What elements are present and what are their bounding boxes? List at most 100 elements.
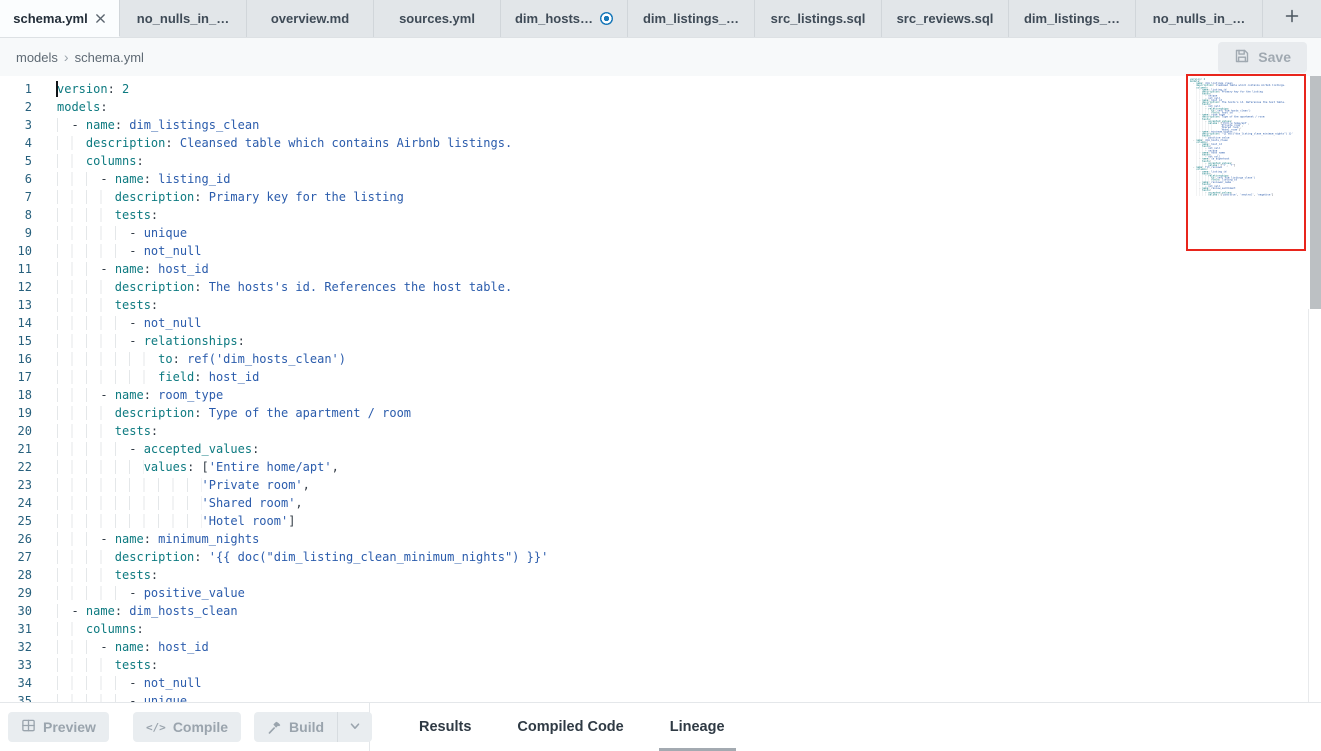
line-number: 4 xyxy=(0,134,32,152)
preview-button[interactable]: Preview xyxy=(8,712,109,742)
line-number: 13 xyxy=(0,296,32,314)
new-tab-button[interactable] xyxy=(1263,0,1321,37)
code-editor[interactable]: 1version: 22models:3 - name: dim_listing… xyxy=(0,76,1321,702)
line-number: 27 xyxy=(0,548,32,566)
code-line: 29 - positive_value xyxy=(0,584,1321,602)
code-line: 5 columns: xyxy=(0,152,1321,170)
line-number: 8 xyxy=(0,206,32,224)
code-line: 25 'Hotel room'] xyxy=(0,512,1321,530)
toolbar: models › schema.yml Save xyxy=(0,38,1321,76)
save-label: Save xyxy=(1258,49,1291,65)
line-number: 29 xyxy=(0,584,32,602)
code-line: 9 - unique xyxy=(0,224,1321,242)
panel-tab-label: Results xyxy=(419,719,471,735)
code-line: 27 description: '{{ doc("dim_listing_cle… xyxy=(0,548,1321,566)
line-number: 10 xyxy=(0,242,32,260)
editor-tab[interactable]: src_reviews.sql xyxy=(882,0,1009,37)
line-number: 3 xyxy=(0,116,32,134)
breadcrumb-models[interactable]: models xyxy=(16,50,58,65)
close-icon[interactable] xyxy=(95,13,106,24)
breadcrumb-file[interactable]: schema.yml xyxy=(75,50,144,65)
code-icon: </> xyxy=(146,721,166,734)
line-number: 19 xyxy=(0,404,32,422)
panel-tabs: Results Compiled Code Lineage xyxy=(396,703,748,751)
line-number: 30 xyxy=(0,602,32,620)
table-icon xyxy=(21,718,36,736)
text-cursor xyxy=(56,81,58,97)
code-line: 20 tests: xyxy=(0,422,1321,440)
panel-tab-results[interactable]: Results xyxy=(396,703,494,751)
build-split-button: Build xyxy=(254,712,372,742)
line-number: 21 xyxy=(0,440,32,458)
line-number: 23 xyxy=(0,476,32,494)
line-number: 34 xyxy=(0,674,32,692)
panel-tab-lineage[interactable]: Lineage xyxy=(647,703,748,751)
line-number: 11 xyxy=(0,260,32,278)
build-options-button[interactable] xyxy=(337,712,372,742)
minimap[interactable]: version: 2models: - name: dim_listings_c… xyxy=(1190,78,1302,251)
code-line: 6 - name: listing_id xyxy=(0,170,1321,188)
save-button[interactable]: Save xyxy=(1218,42,1307,73)
panel-tab-label: Compiled Code xyxy=(517,719,623,735)
minimap-line: values: ['positive', 'neutral', 'negativ… xyxy=(1190,194,1301,196)
line-number: 15 xyxy=(0,332,32,350)
compile-button[interactable]: </> Compile xyxy=(133,712,241,742)
editor-tab[interactable]: no_nulls_in_… xyxy=(1136,0,1263,37)
tab-label: schema.yml xyxy=(13,11,87,26)
line-number: 1 xyxy=(0,80,32,98)
code-line: 16 to: ref('dim_hosts_clean') xyxy=(0,350,1321,368)
code-lines: 1version: 22models:3 - name: dim_listing… xyxy=(0,80,1321,702)
code-line: 4 description: Cleansed table which cont… xyxy=(0,134,1321,152)
editor-tab[interactable]: dim_listings_… xyxy=(1009,0,1136,37)
plus-icon xyxy=(1284,8,1300,29)
code-line: 19 description: Type of the apartment / … xyxy=(0,404,1321,422)
line-number: 25 xyxy=(0,512,32,530)
line-number: 33 xyxy=(0,656,32,674)
tab-label: sources.yml xyxy=(399,11,475,26)
code-line: 28 tests: xyxy=(0,566,1321,584)
code-line: 13 tests: xyxy=(0,296,1321,314)
code-line: 14 - not_null xyxy=(0,314,1321,332)
tab-bar: schema.yml no_nulls_in_… overview.md source… xyxy=(0,0,1321,38)
line-number: 31 xyxy=(0,620,32,638)
code-line: 11 - name: host_id xyxy=(0,260,1321,278)
panel-tab-compiled-code[interactable]: Compiled Code xyxy=(494,703,646,751)
editor-tab[interactable]: dim_hosts… xyxy=(501,0,628,37)
code-line: 2models: xyxy=(0,98,1321,116)
editor-scrollbar[interactable] xyxy=(1310,76,1321,309)
line-number: 12 xyxy=(0,278,32,296)
line-number: 28 xyxy=(0,566,32,584)
bottom-panel-bar: Preview </> Compile Build R xyxy=(0,702,1321,751)
tab-label: dim_listings_… xyxy=(643,11,739,26)
code-line: 31 columns: xyxy=(0,620,1321,638)
code-line: 21 - accepted_values: xyxy=(0,440,1321,458)
code-line: 22 values: ['Entire home/apt', xyxy=(0,458,1321,476)
chevron-right-icon: › xyxy=(64,49,69,65)
code-line: 35 - unique xyxy=(0,692,1321,702)
tab-label: overview.md xyxy=(271,11,349,26)
tab-label: src_listings.sql xyxy=(771,11,866,26)
editor-tab[interactable]: no_nulls_in_… xyxy=(120,0,247,37)
editor-tab[interactable]: dim_listings_… xyxy=(628,0,755,37)
panel-tab-label: Lineage xyxy=(670,719,725,735)
code-line: 8 tests: xyxy=(0,206,1321,224)
build-button[interactable]: Build xyxy=(254,712,337,742)
minimap-content: version: 2models: - name: dim_listings_c… xyxy=(1190,78,1301,196)
code-line: 3 - name: dim_listings_clean xyxy=(0,116,1321,134)
line-number: 6 xyxy=(0,170,32,188)
floppy-icon xyxy=(1234,48,1250,67)
chevron-down-icon xyxy=(348,719,362,736)
tab-label: dim_listings_… xyxy=(1024,11,1120,26)
editor-tab[interactable]: sources.yml xyxy=(374,0,501,37)
preview-label: Preview xyxy=(43,719,96,735)
code-line: 18 - name: room_type xyxy=(0,386,1321,404)
unsaved-changes-icon xyxy=(600,12,613,25)
code-line: 30 - name: dim_hosts_clean xyxy=(0,602,1321,620)
line-number: 26 xyxy=(0,530,32,548)
editor-tab[interactable]: schema.yml xyxy=(0,0,120,37)
editor-tab[interactable]: src_listings.sql xyxy=(755,0,882,37)
line-number: 14 xyxy=(0,314,32,332)
editor-tab[interactable]: overview.md xyxy=(247,0,374,37)
code-line: 15 - relationships: xyxy=(0,332,1321,350)
line-number: 24 xyxy=(0,494,32,512)
